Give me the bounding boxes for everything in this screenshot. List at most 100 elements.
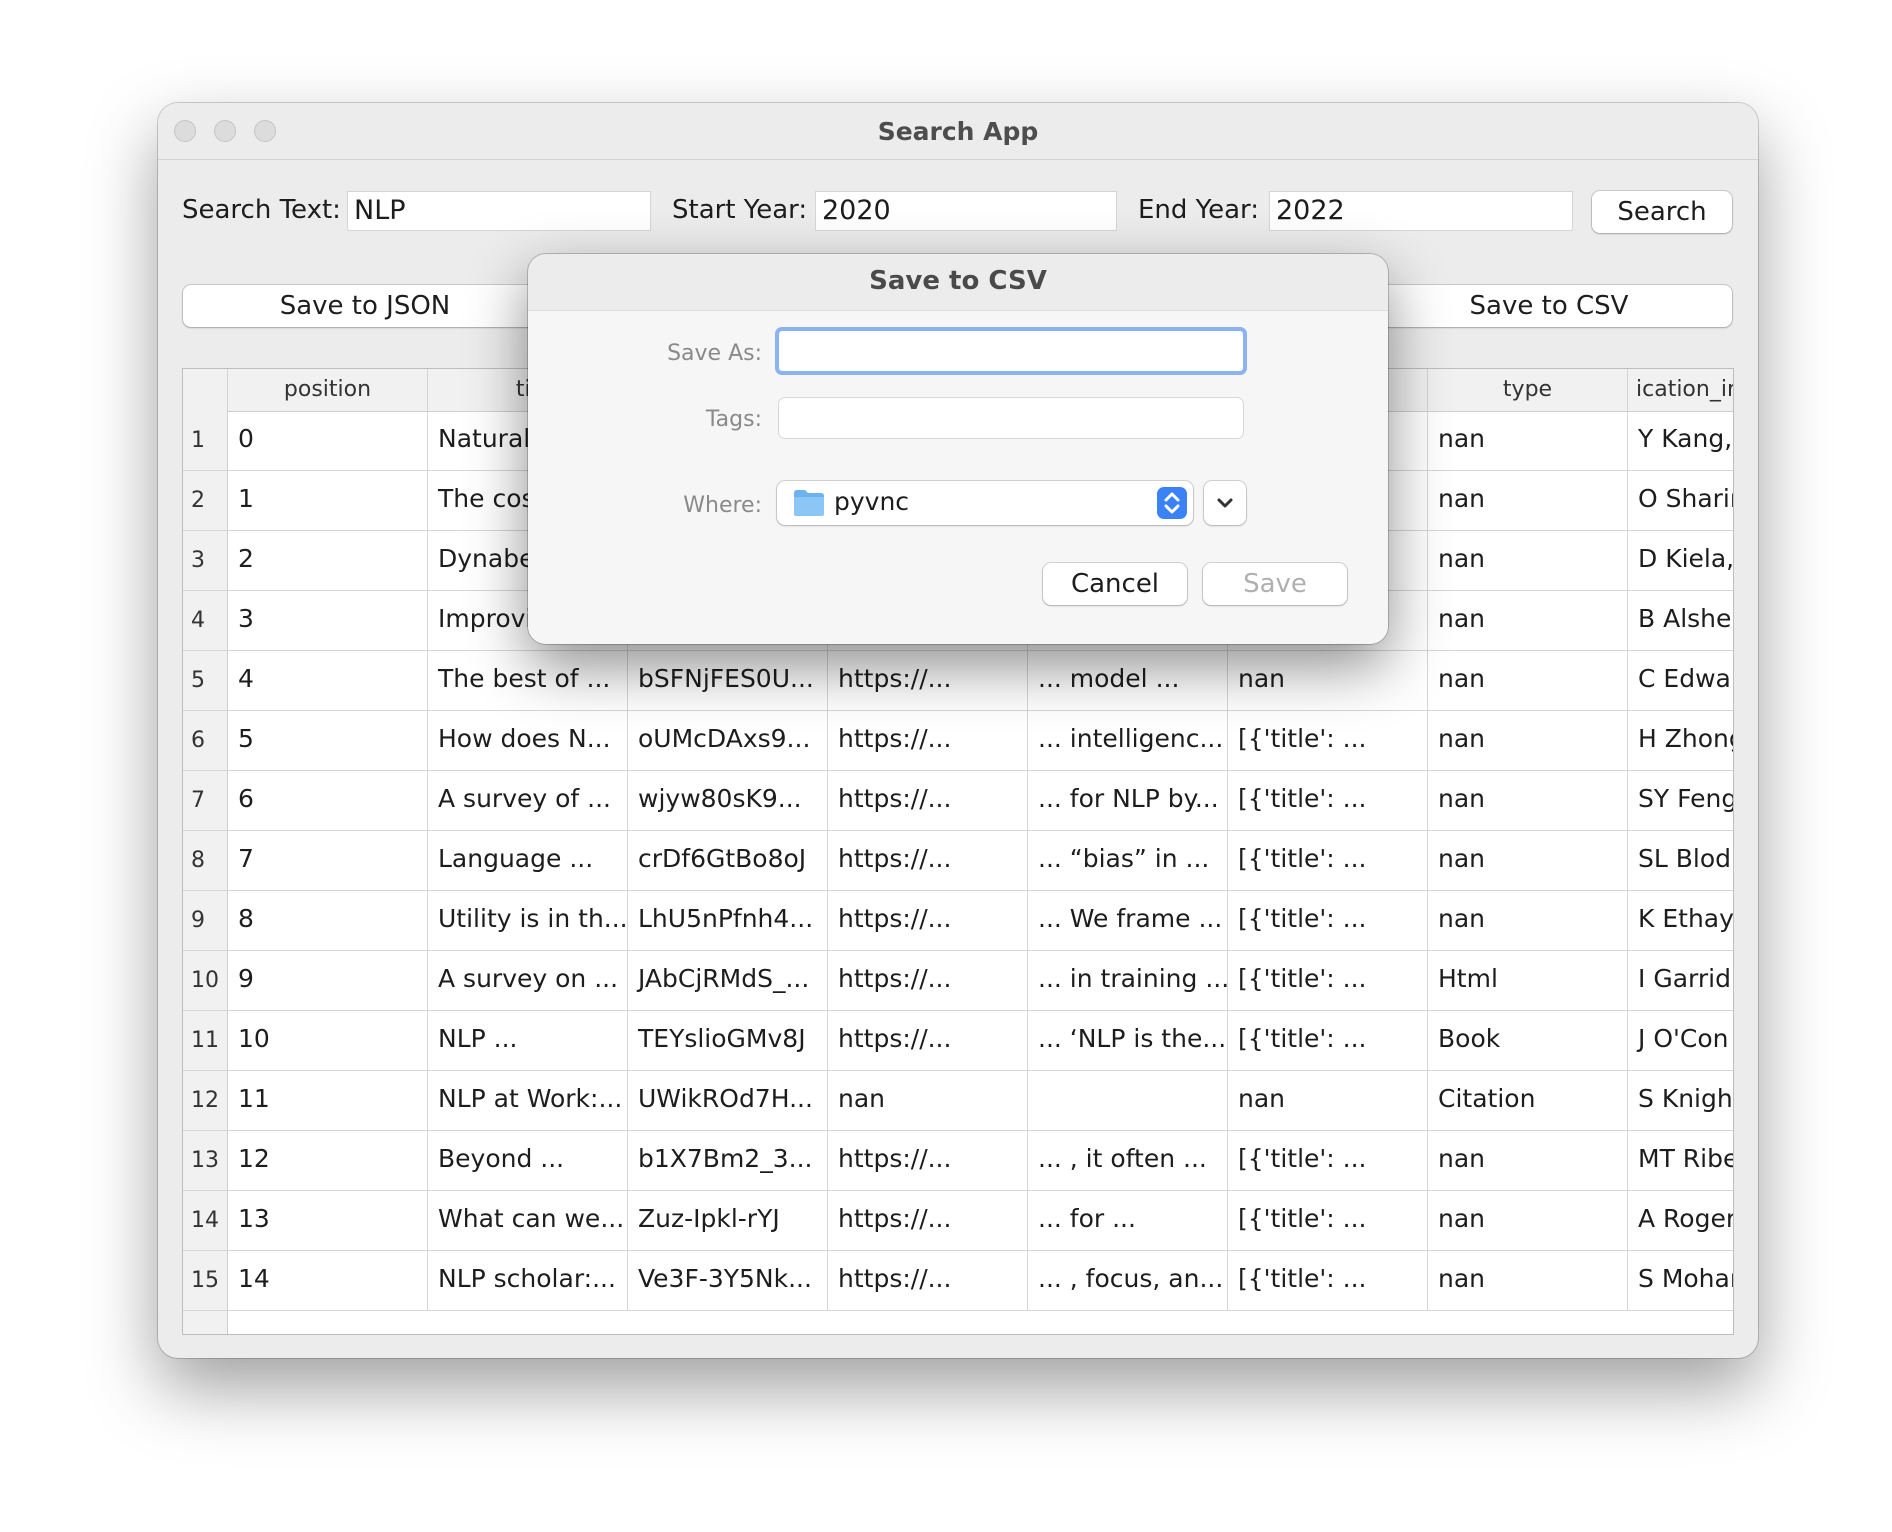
table-cell[interactable]: How does N...: [428, 711, 628, 771]
table-cell[interactable]: 12: [228, 1131, 428, 1191]
table-cell[interactable]: A survey of ...: [428, 771, 628, 831]
table-cell[interactable]: ... We frame ...: [1028, 891, 1228, 951]
table-cell[interactable]: ... “bias” in ...: [1028, 831, 1228, 891]
table-cell[interactable]: LhU5nPfnh4...: [628, 891, 828, 951]
table-cell[interactable]: 0: [228, 411, 428, 471]
table-cell[interactable]: MT Ribe: [1628, 1131, 1733, 1191]
table-cell[interactable]: b1X7Bm2_3...: [628, 1131, 828, 1191]
table-cell[interactable]: https://...: [828, 1011, 1028, 1071]
table-cell[interactable]: nan: [1428, 591, 1628, 651]
table-row[interactable]: 11 10 NLP ... TEYslioGMv8J https://...... ‘N…: [183, 1011, 1733, 1071]
table-cell[interactable]: Y Kang,: [1628, 411, 1733, 471]
table-cell[interactable]: nan: [1428, 831, 1628, 891]
table-cell[interactable]: https://...: [828, 831, 1028, 891]
table-cell[interactable]: nan: [1428, 471, 1628, 531]
table-cell[interactable]: ... ‘NLP is the...: [1028, 1011, 1228, 1071]
table-cell[interactable]: https://...: [828, 711, 1028, 771]
table-cell[interactable]: [{'title': ...: [1228, 1191, 1428, 1251]
table-cell[interactable]: oUMcDAxs9...: [628, 711, 828, 771]
table-cell[interactable]: 8: [228, 891, 428, 951]
table-cell[interactable]: SL Blod: [1628, 831, 1733, 891]
table-row[interactable]: 6 5 How does N... oUMcDAxs9... https://.....…: [183, 711, 1733, 771]
table-cell[interactable]: NLP scholar:...: [428, 1251, 628, 1311]
table-cell[interactable]: https://...: [828, 1131, 1028, 1191]
table-cell[interactable]: [{'title': ...: [1228, 771, 1428, 831]
table-cell[interactable]: crDf6GtBo8oJ: [628, 831, 828, 891]
table-cell[interactable]: Utility is in th...: [428, 891, 628, 951]
table-cell[interactable]: ... intelligenc...: [1028, 711, 1228, 771]
table-cell[interactable]: 9: [228, 951, 428, 1011]
table-cell[interactable]: K Ethay: [1628, 891, 1733, 951]
table-cell[interactable]: I Garrid: [1628, 951, 1733, 1011]
table-cell[interactable]: nan: [1428, 891, 1628, 951]
table-cell[interactable]: B Alsher: [1628, 591, 1733, 651]
end-year-input[interactable]: 2022: [1269, 191, 1573, 231]
table-cell[interactable]: [{'title': ...: [1228, 1011, 1428, 1071]
table-row[interactable]: 13 12 Beyond ... b1X7Bm2_3... https://......…: [183, 1131, 1733, 1191]
table-cell[interactable]: https://...: [828, 1251, 1028, 1311]
table-cell[interactable]: A survey on ...: [428, 951, 628, 1011]
table-cell[interactable]: TEYslioGMv8J: [628, 1011, 828, 1071]
column-header[interactable]: position: [228, 369, 428, 411]
table-cell[interactable]: The best of ...: [428, 651, 628, 711]
table-cell[interactable]: J O'Con: [1628, 1011, 1733, 1071]
table-cell[interactable]: [{'title': ...: [1228, 891, 1428, 951]
table-cell[interactable]: [1028, 1071, 1228, 1131]
table-cell[interactable]: 3: [228, 591, 428, 651]
table-cell[interactable]: nan: [1228, 1071, 1428, 1131]
table-cell[interactable]: bSFNjFES0U...: [628, 651, 828, 711]
table-cell[interactable]: nan: [1428, 1251, 1628, 1311]
table-cell[interactable]: H Zhong: [1628, 711, 1733, 771]
table-cell[interactable]: wjyw80sK9...: [628, 771, 828, 831]
save-to-json-button[interactable]: Save to JSON: [183, 285, 547, 327]
table-cell[interactable]: 10: [228, 1011, 428, 1071]
table-cell[interactable]: ... , it often ...: [1028, 1131, 1228, 1191]
table-cell[interactable]: 7: [228, 831, 428, 891]
table-cell[interactable]: nan: [1428, 651, 1628, 711]
column-header[interactable]: type: [1428, 369, 1628, 411]
table-cell[interactable]: A Roger: [1628, 1191, 1733, 1251]
table-cell[interactable]: NLP ...: [428, 1011, 628, 1071]
table-cell[interactable]: Language ...: [428, 831, 628, 891]
table-cell[interactable]: https://...: [828, 891, 1028, 951]
table-cell[interactable]: Ve3F-3Y5Nk...: [628, 1251, 828, 1311]
table-cell[interactable]: https://...: [828, 951, 1028, 1011]
table-cell[interactable]: JAbCjRMdS_...: [628, 951, 828, 1011]
table-cell[interactable]: 5: [228, 711, 428, 771]
column-header[interactable]: ication_ir: [1628, 369, 1733, 411]
table-cell[interactable]: Html: [1428, 951, 1628, 1011]
table-cell[interactable]: nan: [1428, 711, 1628, 771]
table-cell[interactable]: What can we...: [428, 1191, 628, 1251]
save-to-csv-button[interactable]: Save to CSV: [1366, 285, 1732, 327]
table-cell[interactable]: nan: [1228, 651, 1428, 711]
table-cell[interactable]: O Sharir: [1628, 471, 1733, 531]
table-row[interactable]: 12 11 NLP at Work:... UWikROd7H... nan nan Cit…: [183, 1071, 1733, 1131]
save-button[interactable]: Save: [1203, 563, 1347, 605]
table-cell[interactable]: ... in training ...: [1028, 951, 1228, 1011]
table-cell[interactable]: [{'title': ...: [1228, 951, 1428, 1011]
table-cell[interactable]: D Kiela,: [1628, 531, 1733, 591]
table-cell[interactable]: Zuz-Ipkl-rYJ: [628, 1191, 828, 1251]
table-cell[interactable]: [{'title': ...: [1228, 1251, 1428, 1311]
table-row[interactable]: 15 14 NLP scholar:... Ve3F-3Y5Nk... https://…: [183, 1251, 1733, 1311]
table-cell[interactable]: nan: [1428, 1131, 1628, 1191]
table-cell[interactable]: 14: [228, 1251, 428, 1311]
table-cell[interactable]: https://...: [828, 1191, 1028, 1251]
table-cell[interactable]: 13: [228, 1191, 428, 1251]
table-cell[interactable]: UWikROd7H...: [628, 1071, 828, 1131]
table-cell[interactable]: NLP at Work:...: [428, 1071, 628, 1131]
table-cell[interactable]: Beyond ...: [428, 1131, 628, 1191]
table-row[interactable]: 76A survey of ... wjyw80sK9... https://...…: [183, 771, 1733, 831]
table-cell[interactable]: 2: [228, 531, 428, 591]
search-text-input[interactable]: NLP: [347, 191, 651, 231]
table-cell[interactable]: ... model ...: [1028, 651, 1228, 711]
table-cell[interactable]: nan: [828, 1071, 1028, 1131]
table-cell[interactable]: nan: [1428, 531, 1628, 591]
table-cell[interactable]: ... for NLP by...: [1028, 771, 1228, 831]
table-cell[interactable]: nan: [1428, 1191, 1628, 1251]
table-cell[interactable]: Citation: [1428, 1071, 1628, 1131]
tags-input[interactable]: [778, 397, 1244, 439]
table-cell[interactable]: nan: [1428, 411, 1628, 471]
search-button[interactable]: Search: [1592, 191, 1732, 233]
expand-dialog-button[interactable]: [1204, 481, 1246, 525]
